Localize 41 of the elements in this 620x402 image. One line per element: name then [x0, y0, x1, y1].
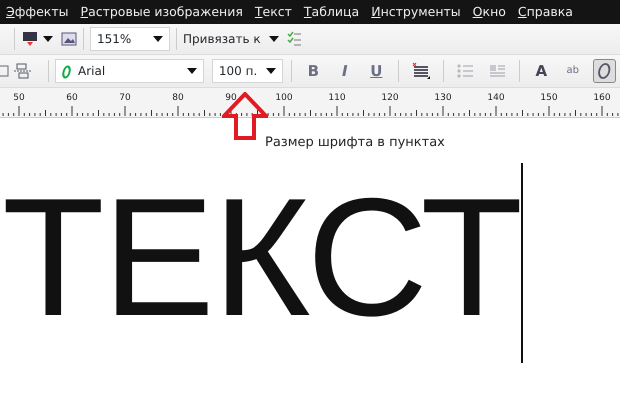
dropdown-caret-icon[interactable] [43, 36, 53, 42]
ruler-label: 130 [434, 93, 452, 103]
ruler-label: 100 [275, 93, 293, 103]
ruler-label: 150 [540, 93, 558, 103]
bold-button[interactable]: B [302, 59, 326, 83]
image-icon[interactable] [61, 32, 77, 46]
font-dropdown[interactable]: Arial [54, 59, 204, 83]
ruler-label: 140 [487, 93, 505, 103]
menu-item[interactable]: Инструменты [365, 0, 467, 24]
menu-item[interactable]: Окно [466, 0, 512, 24]
menu-item[interactable]: Текст [248, 0, 298, 24]
dropdown-caret-icon[interactable] [268, 36, 279, 42]
lines-icon [410, 61, 431, 81]
page-icon[interactable] [21, 31, 39, 47]
dropdown-caret-icon[interactable] [186, 68, 197, 74]
snap-label[interactable]: Привязать к [183, 30, 261, 48]
italic-button[interactable]: I [333, 59, 357, 83]
font-size-dropdown[interactable]: 100 п. [212, 59, 283, 83]
ruler-label: 160 [593, 93, 611, 103]
ruler-label: 60 [66, 93, 78, 103]
menu-item[interactable]: Справка [512, 0, 579, 24]
ruler-label: 50 [13, 93, 25, 103]
letter-o-button[interactable] [592, 59, 616, 83]
dropdown-caret-icon[interactable] [266, 68, 276, 74]
text-cursor-button[interactable]: ab [561, 59, 584, 83]
checklist-icon[interactable] [286, 31, 301, 47]
ruler-label: 70 [119, 93, 131, 103]
letter-a-button[interactable]: A [530, 59, 553, 83]
up-arrow [222, 92, 268, 140]
ruler-label: 80 [172, 93, 184, 103]
canvas-text: ТЕКСТ [2, 173, 522, 341]
ruler-label: 110 [328, 93, 346, 103]
menu-item[interactable]: Растровые изображения [74, 0, 249, 24]
ruler-label: 90 [225, 93, 237, 103]
menu-item[interactable]: Таблица [298, 0, 366, 24]
ruler-label: 120 [381, 93, 399, 103]
zoom-dropdown[interactable]: 151% [90, 27, 170, 51]
layout-icon[interactable] [14, 62, 32, 80]
underline-button[interactable]: U [364, 59, 388, 83]
caption-text: Размер шрифта в пунктах [265, 135, 445, 150]
menu-item[interactable]: Эффекты [0, 0, 75, 24]
